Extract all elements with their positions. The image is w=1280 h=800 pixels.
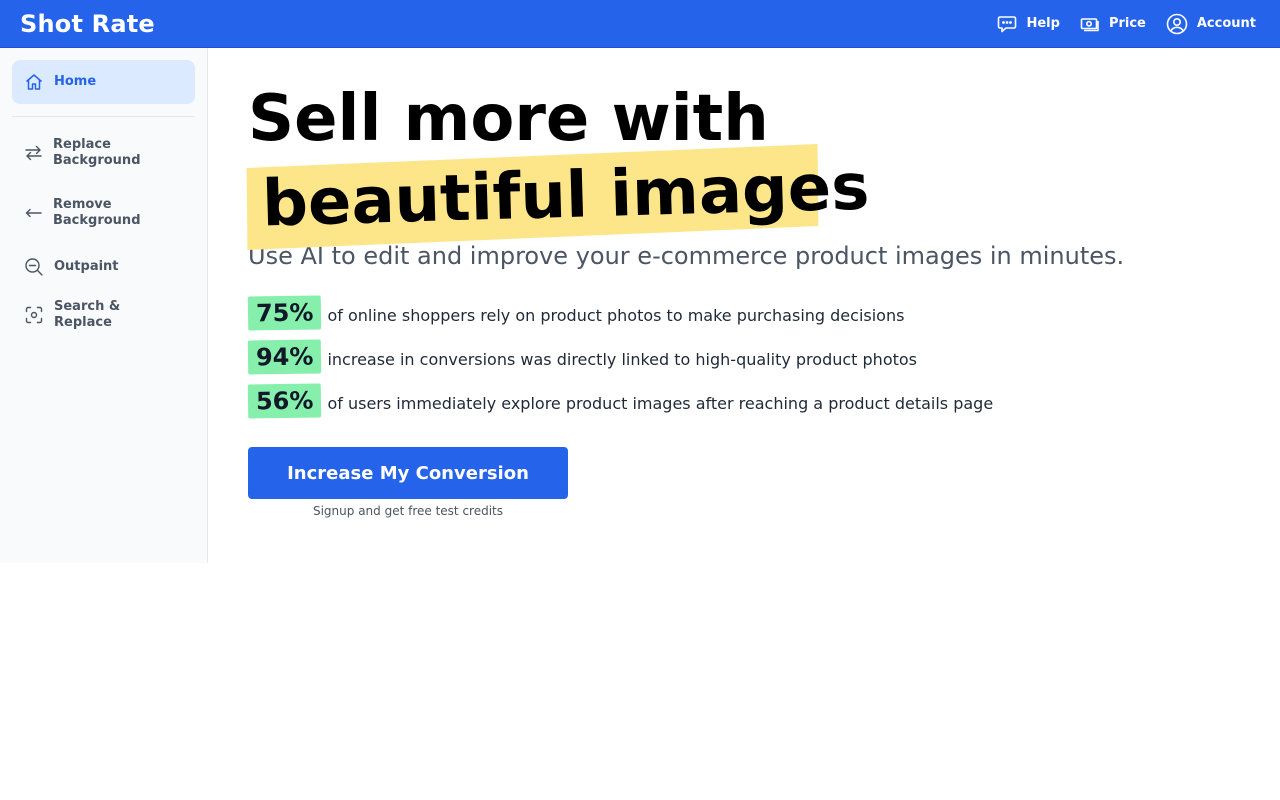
sidebar-item-label: Home bbox=[54, 74, 97, 89]
sidebar-item-label: Outpaint bbox=[54, 259, 119, 274]
banknote-icon bbox=[1080, 16, 1100, 32]
sidebar: Home Replace Background Remove Backgroun… bbox=[0, 48, 208, 563]
nav-account[interactable]: Account bbox=[1166, 13, 1256, 35]
main-content: Sell more with beautiful images Use AI t… bbox=[246, 48, 1248, 518]
sidebar-item-outpaint[interactable]: Outpaint bbox=[12, 249, 195, 285]
chat-bubble-icon bbox=[997, 15, 1017, 33]
stat-text: increase in conversions was directly lin… bbox=[327, 349, 917, 369]
sidebar-item-home[interactable]: Home bbox=[12, 60, 195, 104]
brand-logo[interactable]: Shot Rate bbox=[20, 10, 155, 38]
user-circle-icon bbox=[1166, 13, 1188, 35]
headline-highlight: beautiful images bbox=[246, 144, 883, 250]
stat-item: 94% increase in conversions was directly… bbox=[247, 339, 1248, 375]
stat-value: 56% bbox=[247, 383, 322, 419]
sidebar-divider bbox=[12, 116, 195, 117]
nav-help[interactable]: Help bbox=[997, 15, 1060, 33]
stat-value: 94% bbox=[247, 339, 322, 375]
top-nav: Help Price Account bbox=[997, 13, 1256, 35]
top-bar: Shot Rate Help Price Account bbox=[0, 0, 1280, 48]
hero-subtitle: Use AI to edit and improve your e-commer… bbox=[248, 242, 1125, 270]
scan-focus-icon bbox=[24, 305, 44, 325]
swap-arrows-icon bbox=[24, 144, 43, 162]
nav-help-label: Help bbox=[1026, 16, 1060, 31]
stat-item: 56% of users immediately explore product… bbox=[247, 383, 1248, 419]
nav-price[interactable]: Price bbox=[1080, 16, 1146, 32]
stats-list: 75% of online shoppers rely on product p… bbox=[247, 295, 1248, 419]
increase-conversion-button[interactable]: Increase My Conversion bbox=[248, 447, 568, 499]
stat-text: of users immediately explore product ima… bbox=[327, 393, 994, 413]
headline-line1: Sell more with bbox=[248, 82, 769, 156]
stat-item: 75% of online shoppers rely on product p… bbox=[247, 295, 1248, 331]
sidebar-item-label: Search & Replace bbox=[54, 299, 121, 330]
sidebar-item-label: Remove Background bbox=[53, 197, 141, 228]
cta-block: Increase My Conversion Signup and get fr… bbox=[248, 447, 568, 518]
hero-headline: Sell more with bbox=[248, 84, 1248, 154]
arrow-left-icon bbox=[24, 204, 43, 222]
zoom-out-icon bbox=[24, 257, 44, 277]
nav-price-label: Price bbox=[1108, 16, 1146, 31]
sidebar-item-label: Replace Background bbox=[53, 137, 141, 168]
cta-note: Signup and get free test credits bbox=[312, 504, 503, 518]
stat-text: of online shoppers rely on product photo… bbox=[327, 305, 905, 325]
sidebar-item-search-replace[interactable]: Search & Replace bbox=[12, 297, 195, 333]
sidebar-item-replace-background[interactable]: Replace Background bbox=[12, 129, 195, 177]
stat-value: 75% bbox=[247, 295, 322, 331]
sidebar-item-remove-background[interactable]: Remove Background bbox=[12, 189, 195, 237]
headline-highlight-text: beautiful images bbox=[261, 150, 871, 242]
nav-account-label: Account bbox=[1196, 16, 1256, 31]
home-icon bbox=[24, 72, 44, 92]
